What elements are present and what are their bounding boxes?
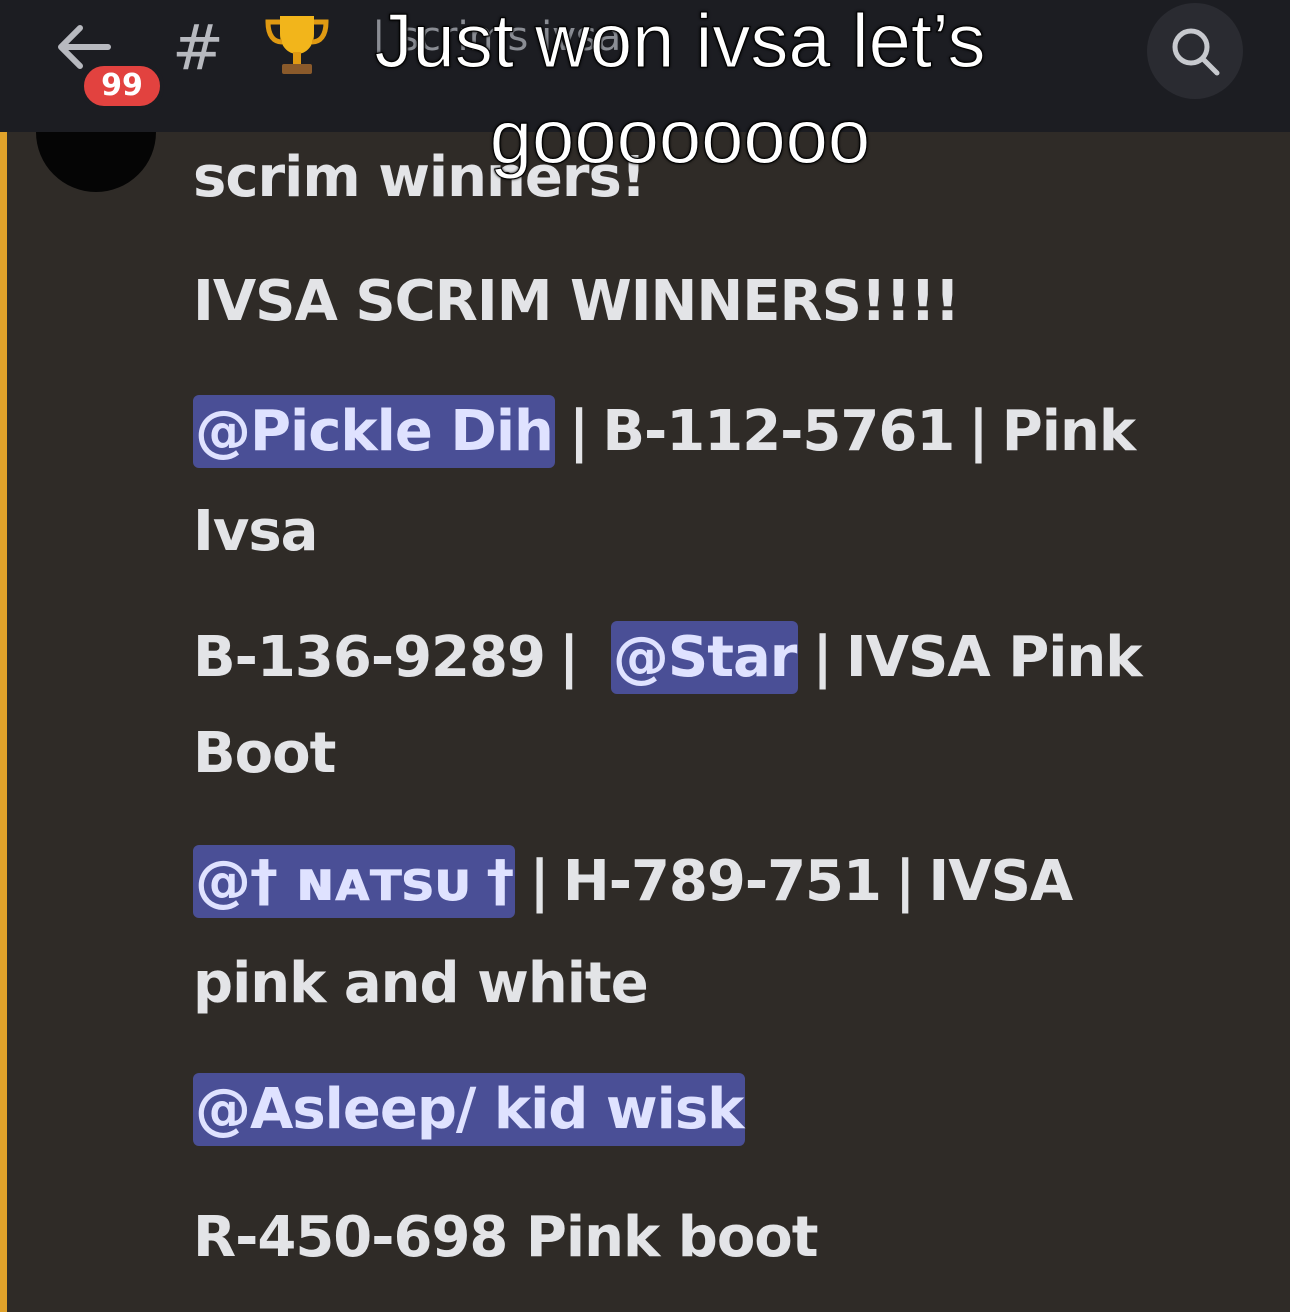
player-code: B-136-9289 xyxy=(193,625,546,690)
entry-description: Pink xyxy=(1001,399,1136,464)
player-code: H-789-751 xyxy=(562,849,882,914)
video-caption: Just won ivsa let’s goooooooo xyxy=(300,0,1060,186)
separator: | xyxy=(812,625,832,690)
channel-hash-icon: # xyxy=(172,11,224,84)
winner-entry-1: @Pickle Dih | B-112-5761 | Pink xyxy=(193,392,1136,472)
user-mention[interactable]: @† ɴᴀᴛsᴜ † xyxy=(193,845,516,918)
message-highlight-bar xyxy=(0,132,7,1312)
user-mention[interactable]: @Asleep/ kid wisk xyxy=(193,1073,746,1146)
search-button[interactable] xyxy=(1147,3,1243,99)
separator: | xyxy=(568,399,589,464)
separator: | xyxy=(558,625,579,690)
winner-entry-3: @† ɴᴀᴛsᴜ † | H-789-751 | IVSA xyxy=(193,842,1073,922)
entry-description-continued: pink and white xyxy=(193,951,649,1016)
unread-badge: 99 xyxy=(80,62,164,110)
search-icon xyxy=(1172,28,1220,76)
user-mention[interactable]: @Star xyxy=(610,621,799,694)
winner-entry-4: @Asleep/ kid wisk xyxy=(193,1070,746,1150)
winner-entry-2: B-136-9289 | @Star | IVSA Pink xyxy=(193,618,1143,698)
player-code-description: R-450-698 Pink boot xyxy=(193,1205,819,1270)
entry-description: IVSA xyxy=(928,849,1073,914)
user-mention[interactable]: @Pickle Dih xyxy=(193,395,555,468)
entry-description: IVSA Pink xyxy=(845,625,1143,690)
separator: | xyxy=(529,849,549,914)
entry-description-continued: Boot xyxy=(193,721,336,786)
separator: | xyxy=(968,399,988,464)
message-title: IVSA SCRIM WINNERS!!!! xyxy=(193,269,960,334)
caption-line-2: goooooooo xyxy=(489,95,871,181)
caption-line-1: Just won ivsa let’s xyxy=(374,0,986,85)
entry-description-continued: Ivsa xyxy=(193,499,318,564)
discord-channel-screen: 99 # | scrims ivsa Just won ivsa let’s g… xyxy=(0,0,1290,1312)
player-code: B-112-5761 xyxy=(602,399,955,464)
separator: | xyxy=(894,849,915,914)
